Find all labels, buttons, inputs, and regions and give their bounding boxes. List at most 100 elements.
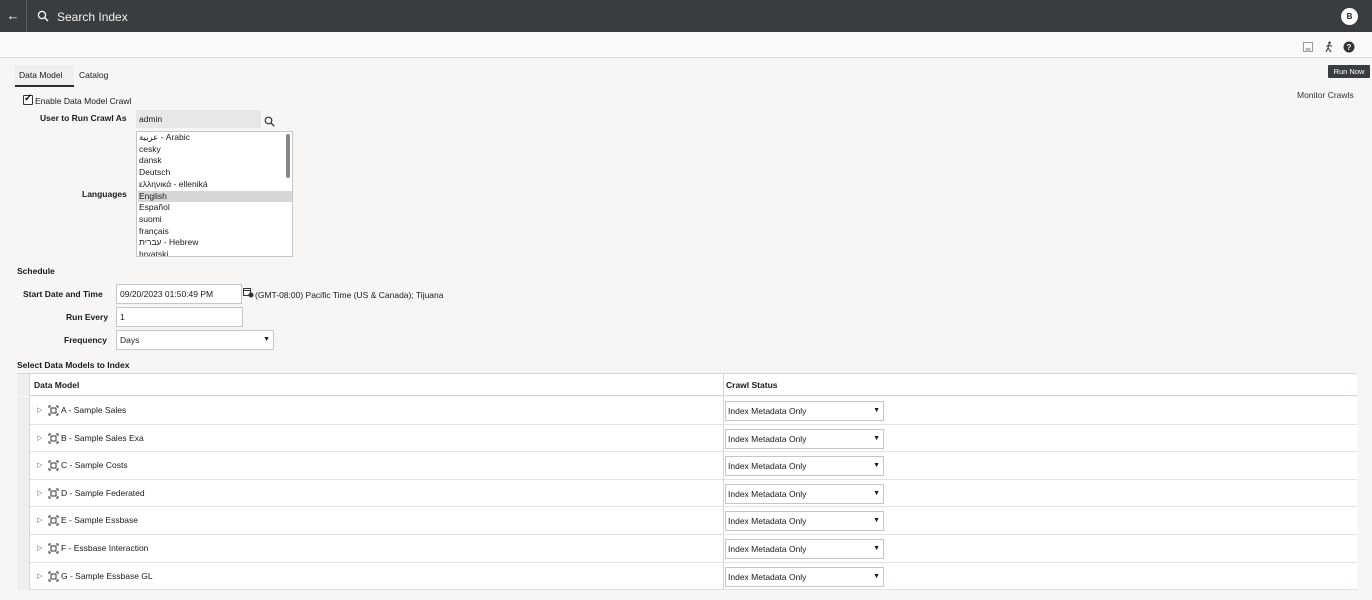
languages-label: Languages — [82, 189, 127, 199]
data-model-icon — [48, 488, 59, 499]
data-model-name: F - Essbase Interaction — [61, 543, 149, 553]
table-row[interactable]: ▷ B - Sample Sales Exa Index Metadata Only… — [17, 424, 1357, 453]
monitor-crawls-link[interactable]: Monitor Crawls — [1297, 90, 1354, 100]
dropdown-caret-icon: ▼ — [873, 572, 880, 580]
user-avatar[interactable]: B — [1341, 8, 1358, 25]
row-gutter — [17, 374, 30, 396]
enable-crawl-label: Enable Data Model Crawl — [35, 96, 132, 106]
crawl-status-value: Index Metadata Only — [728, 571, 807, 582]
table-row[interactable]: ▷ G - Sample Essbase GL Index Metadata Onl… — [17, 562, 1357, 591]
dropdown-caret-icon: ▼ — [263, 336, 270, 343]
run-now-tooltip: Run Now — [1328, 65, 1370, 78]
tab-catalog[interactable]: Catalog — [75, 65, 112, 87]
crawl-status-select[interactable]: Index Metadata Only ▼ — [725, 566, 884, 587]
dropdown-caret-icon: ▼ — [873, 407, 880, 414]
languages-listbox[interactable]: عربية - Arabic cesky dansk Deutsch ελλην… — [136, 131, 293, 257]
save-icon[interactable] — [1302, 41, 1314, 53]
crawl-status-select[interactable]: Index Metadata Only ▼ — [725, 539, 884, 559]
table-row[interactable]: ▷ A - Sample Sales Index Metadata Only ▼ — [17, 397, 1357, 425]
timezone-text: (GMT-08:00) Pacific Time (US & Canada); … — [255, 290, 444, 300]
data-model-icon — [48, 433, 59, 444]
row-gutter — [17, 507, 30, 535]
start-date-label: Start Date and Time — [23, 289, 103, 299]
language-option[interactable]: dansk — [138, 155, 292, 167]
user-input[interactable]: admin — [136, 110, 261, 128]
top-bar: ← Search Index B — [0, 0, 1372, 32]
calendar-icon[interactable] — [243, 287, 254, 298]
run-every-input[interactable]: 1 — [116, 307, 243, 327]
crawl-status-value: Index Metadata Only — [728, 516, 807, 527]
col-data-model: Data Model — [34, 380, 80, 390]
help-icon[interactable]: ? — [1343, 41, 1355, 53]
column-divider — [723, 374, 724, 590]
svg-text:?: ? — [1347, 43, 1352, 52]
language-option[interactable]: suomi — [138, 214, 292, 226]
language-option[interactable]: hrvatski — [138, 249, 292, 256]
data-model-name: D - Sample Federated — [61, 487, 145, 498]
user-search-icon[interactable] — [264, 116, 275, 127]
dropdown-caret-icon: ▼ — [873, 434, 880, 442]
language-option-selected[interactable]: English — [138, 190, 292, 203]
data-model-name: A - Sample Sales — [61, 405, 127, 415]
row-gutter — [17, 397, 30, 425]
table-row[interactable]: ▷ D - Sample Federated Index Metadata Only… — [17, 479, 1357, 508]
language-option[interactable]: Deutsch — [138, 167, 292, 179]
language-option[interactable]: عربية - Arabic — [138, 132, 292, 144]
table-row[interactable]: ▷ C - Sample Costs Index Metadata Only ▼ — [17, 452, 1357, 480]
frequency-select[interactable]: Days ▼ — [116, 330, 274, 350]
start-date-input[interactable]: 09/20/2023 01:50:49 PM — [116, 284, 242, 304]
data-model-icon — [48, 543, 59, 554]
data-model-icon — [48, 405, 59, 416]
run-now-icon[interactable] — [1323, 41, 1335, 53]
language-option[interactable]: עברית - Hebrew — [138, 237, 292, 249]
data-model-name: E - Sample Essbase — [61, 515, 139, 526]
expand-icon[interactable]: ▷ — [37, 461, 42, 469]
crawl-status-select[interactable]: Index Metadata Only ▼ — [725, 483, 884, 504]
listbox-scrollbar[interactable] — [286, 134, 290, 178]
dropdown-caret-icon: ▼ — [873, 462, 880, 470]
data-model-icon — [48, 515, 59, 526]
expand-icon[interactable]: ▷ — [37, 516, 42, 524]
row-gutter — [17, 424, 30, 453]
row-gutter — [17, 479, 30, 508]
table-row[interactable]: ▷ E - Sample Essbase Index Metadata Only ▼ — [17, 507, 1357, 535]
language-option[interactable]: Español — [138, 202, 292, 214]
dropdown-caret-icon: ▼ — [873, 545, 880, 552]
expand-icon[interactable]: ▷ — [37, 572, 42, 580]
data-model-name: B - Sample Sales Exa — [61, 432, 144, 443]
row-gutter — [17, 535, 30, 563]
back-arrow-icon[interactable]: ← — [6, 7, 20, 25]
language-option[interactable]: cesky — [138, 144, 292, 156]
data-model-name: G - Sample Essbase GL — [61, 570, 153, 581]
data-models-table: Data Model Crawl Status ▷ A - Sample Sale… — [17, 373, 1357, 591]
table-header: Data Model Crawl Status — [17, 374, 1357, 396]
crawl-status-select[interactable]: Index Metadata Only ▼ — [725, 456, 884, 477]
toolbar — [0, 32, 1372, 58]
frequency-value: Days — [120, 335, 140, 345]
data-model-icon — [48, 571, 59, 582]
row-gutter — [17, 562, 30, 591]
enable-crawl-checkbox[interactable] — [23, 93, 33, 105]
frequency-label: Frequency — [64, 335, 107, 345]
crawl-status-value: Index Metadata Only — [728, 406, 807, 416]
expand-icon[interactable]: ▷ — [37, 406, 42, 414]
table-row[interactable]: ▷ F - Essbase Interaction Index Metadata O… — [17, 535, 1357, 563]
expand-icon[interactable]: ▷ — [37, 434, 42, 442]
language-option[interactable]: ελληνικά - elleniká — [138, 179, 292, 191]
expand-icon[interactable]: ▷ — [37, 544, 42, 552]
crawl-status-value: Index Metadata Only — [728, 488, 807, 499]
crawl-status-value: Index Metadata Only — [728, 461, 807, 472]
data-model-name: C - Sample Costs — [61, 460, 128, 471]
crawl-status-select[interactable]: Index Metadata Only ▼ — [725, 428, 884, 449]
run-every-label: Run Every — [66, 312, 109, 322]
language-option[interactable]: français — [138, 226, 292, 238]
col-crawl-status: Crawl Status — [726, 380, 778, 390]
crawl-status-select[interactable]: Index Metadata Only ▼ — [725, 401, 884, 421]
user-label: User to Run Crawl As — [40, 113, 127, 123]
dropdown-caret-icon: ▼ — [873, 517, 880, 525]
tab-data-model[interactable]: Data Model — [15, 65, 74, 87]
data-model-icon — [48, 460, 59, 471]
divider — [26, 0, 27, 32]
expand-icon[interactable]: ▷ — [37, 489, 42, 497]
crawl-status-select[interactable]: Index Metadata Only ▼ — [725, 511, 884, 532]
